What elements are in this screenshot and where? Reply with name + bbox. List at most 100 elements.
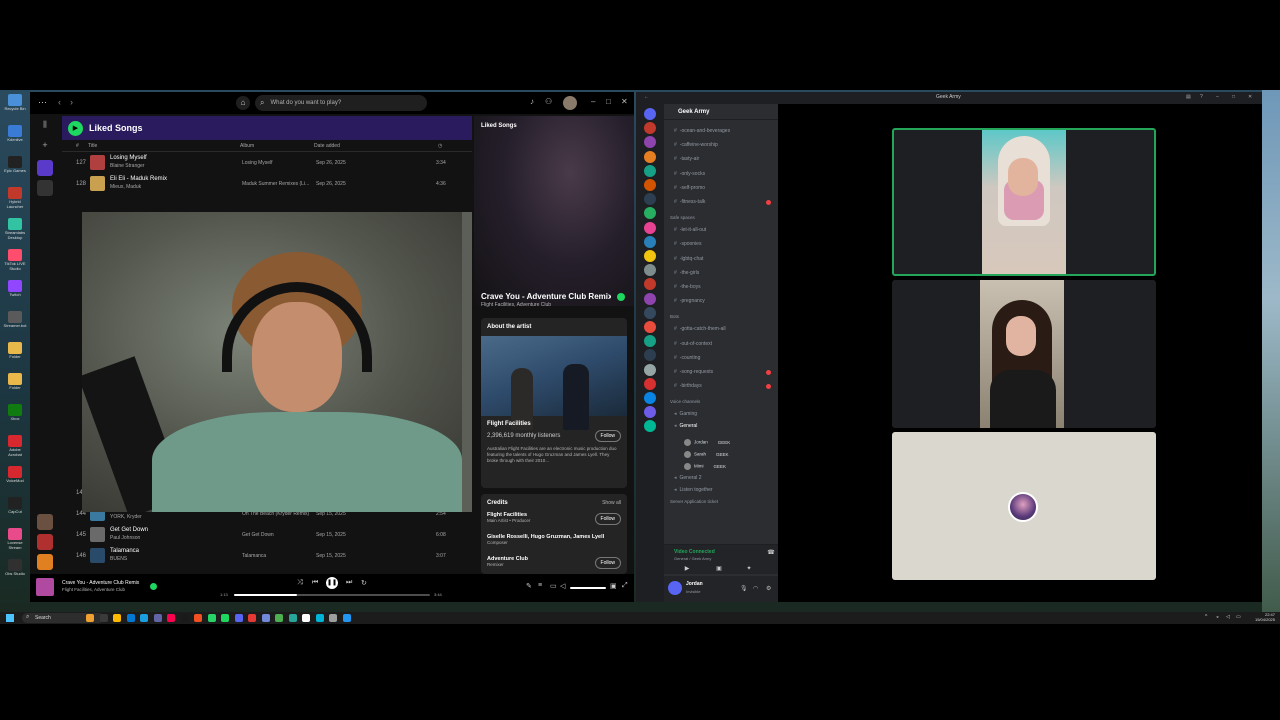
track-row[interactable]: 145 Get Get Down Paul Johnson Get Get Down S… bbox=[62, 525, 472, 546]
server-icon[interactable] bbox=[644, 264, 656, 277]
server-icon[interactable] bbox=[644, 292, 656, 305]
maximize-icon[interactable]: □ bbox=[1232, 94, 1235, 100]
desktop-shortcut[interactable]: Xbox bbox=[3, 404, 27, 434]
notification-icon[interactable]: ♪ bbox=[530, 97, 534, 106]
back-icon[interactable]: ‹ bbox=[58, 97, 61, 107]
about-artist-card[interactable]: About the artist Flight Facilities 2,396… bbox=[481, 318, 627, 488]
play-button[interactable]: ▶ bbox=[68, 120, 83, 136]
track-album[interactable]: Get Get Down bbox=[242, 532, 274, 538]
text-channel[interactable]: # -out-of-context bbox=[674, 341, 712, 347]
saved-check-icon[interactable] bbox=[617, 293, 625, 301]
voice-location[interactable]: General / Geek Army bbox=[674, 556, 711, 561]
gear-icon[interactable]: ⚙ bbox=[766, 585, 771, 592]
help-icon[interactable]: ? bbox=[1200, 94, 1203, 100]
taskbar-app-icon[interactable] bbox=[113, 614, 121, 622]
server-icon[interactable] bbox=[644, 321, 656, 333]
track-album[interactable]: Losing Myself bbox=[242, 160, 273, 166]
desktop-shortcut[interactable]: Obs Studio bbox=[3, 559, 27, 589]
track-title[interactable]: Get Get Down bbox=[110, 527, 148, 533]
video-tile[interactable] bbox=[892, 280, 1156, 428]
voice-user[interactable]: Mimi GEEK bbox=[684, 463, 726, 471]
channel-category[interactable]: Voice channels bbox=[670, 399, 700, 404]
taskbar-app-icon[interactable] bbox=[86, 614, 94, 622]
server-icon[interactable] bbox=[644, 150, 656, 163]
close-icon[interactable]: ✕ bbox=[621, 97, 628, 106]
server-icon[interactable] bbox=[644, 349, 656, 362]
track-title[interactable]: Eli Eli - Maduk Remix bbox=[110, 176, 167, 182]
search-input[interactable]: ⌕ What do you want to play? bbox=[255, 95, 427, 111]
follow-button[interactable]: Follow bbox=[594, 513, 621, 525]
desktop-shortcut[interactable]: Adobe Acrobat bbox=[3, 435, 27, 465]
col-album[interactable]: Album bbox=[240, 143, 254, 149]
volume-icon[interactable]: ◁ bbox=[560, 582, 565, 590]
col-date[interactable]: Date added bbox=[314, 143, 340, 149]
text-channel[interactable]: # -ocean-and-beverages bbox=[674, 128, 730, 134]
now-playing-cover[interactable] bbox=[36, 578, 54, 596]
text-channel[interactable]: # -birthdays bbox=[674, 383, 702, 389]
taskbar-app-icon[interactable] bbox=[207, 614, 216, 622]
server-icon[interactable] bbox=[644, 278, 656, 291]
text-channel[interactable]: # -tasty-air bbox=[674, 156, 699, 162]
add-icon[interactable]: + bbox=[37, 140, 53, 156]
channel-category[interactable]: Server Application ticket bbox=[670, 499, 718, 504]
windows-start-icon[interactable] bbox=[6, 614, 14, 622]
server-header[interactable]: Geek Army bbox=[664, 104, 778, 120]
track-row[interactable]: 127 Losing Myself Blaine Stranger Losing My… bbox=[62, 153, 472, 174]
network-icon[interactable]: ◒ bbox=[1216, 614, 1219, 620]
track-album[interactable]: Maduk Summer Remixes (Li... bbox=[242, 181, 309, 187]
channel-category[interactable]: Safe spaces bbox=[670, 215, 695, 220]
credit-entry[interactable]: Flight Facilities Main Artist • Producer bbox=[487, 512, 530, 523]
desktop-shortcut[interactable]: Folder bbox=[3, 373, 27, 403]
headset-icon[interactable]: ◠ bbox=[753, 585, 758, 592]
activities-icon[interactable]: ✦ bbox=[744, 565, 754, 573]
text-channel[interactable]: # -lgbtq-chat bbox=[674, 256, 703, 262]
voice-user[interactable]: Jordan GEEK bbox=[684, 439, 730, 447]
desktop-shortcut[interactable]: CapCut bbox=[3, 497, 27, 527]
minimize-icon[interactable]: – bbox=[591, 97, 595, 106]
text-channel[interactable]: # -gotta-catch-them-all bbox=[674, 326, 726, 332]
desktop-shortcut[interactable]: Recycle Bin bbox=[3, 94, 27, 124]
track-artist[interactable]: BUENS bbox=[110, 556, 127, 562]
previous-icon[interactable]: ⏮ bbox=[312, 579, 318, 587]
clock[interactable]: 22:47 15/04/2025 bbox=[1249, 612, 1275, 622]
desktop-shortcut[interactable]: Streamlabs Desktop bbox=[3, 218, 27, 248]
friends-icon[interactable]: ⚇ bbox=[545, 97, 552, 106]
voice-user[interactable]: Sarah GEEK bbox=[684, 451, 729, 459]
track-title[interactable]: Talamanca bbox=[110, 548, 139, 554]
taskbar-app-icon[interactable] bbox=[342, 614, 351, 622]
playlist-icon[interactable] bbox=[37, 514, 53, 530]
taskbar-app-icon[interactable] bbox=[261, 614, 270, 622]
player-artists[interactable]: Flight Facilities, Adventure Club bbox=[62, 587, 125, 592]
channel-category[interactable]: Bots bbox=[670, 314, 679, 319]
voice-channel[interactable]: ◂ General 2 bbox=[674, 475, 701, 481]
volume-slider[interactable] bbox=[570, 587, 606, 589]
desktop-shortcut[interactable]: TikTok LIVE Studio bbox=[3, 249, 27, 279]
shuffle-icon[interactable]: ⤨ bbox=[297, 579, 303, 587]
text-channel[interactable]: # -only-socks bbox=[674, 171, 705, 177]
taskbar-app-icon[interactable] bbox=[221, 614, 229, 622]
taskbar-app-icon[interactable] bbox=[288, 614, 297, 622]
minimize-icon[interactable]: – bbox=[1216, 94, 1219, 100]
screen-share-icon[interactable]: ▣ bbox=[714, 565, 724, 573]
pause-button[interactable]: ❚❚ bbox=[326, 577, 338, 589]
taskbar-app-icon[interactable] bbox=[126, 614, 135, 622]
server-icon[interactable] bbox=[644, 420, 656, 433]
track-album[interactable]: Talamanca bbox=[242, 553, 266, 559]
server-icon[interactable] bbox=[644, 335, 656, 348]
server-icon[interactable] bbox=[644, 164, 656, 177]
taskbar-app-icon[interactable] bbox=[140, 614, 148, 622]
taskbar-app-icon[interactable] bbox=[329, 614, 337, 622]
server-icon[interactable] bbox=[644, 221, 656, 234]
server-icon[interactable] bbox=[644, 306, 656, 319]
server-icon[interactable] bbox=[644, 377, 656, 390]
text-channel[interactable]: # -pregnancy bbox=[674, 298, 705, 304]
playlist-icon[interactable] bbox=[37, 554, 53, 570]
avatar[interactable] bbox=[668, 581, 682, 595]
library-icon[interactable]: ⫼ bbox=[37, 120, 53, 136]
taskbar-app-icon[interactable] bbox=[153, 614, 162, 622]
desktop-shortcut[interactable]: Hybrid Launcher bbox=[3, 187, 27, 217]
server-icon[interactable] bbox=[644, 122, 656, 135]
desktop-shortcut[interactable]: Lovense Stream bbox=[3, 528, 27, 558]
track-row[interactable]: 146 Talamanca BUENS Talamanca Sep 15, 2025 3:… bbox=[62, 546, 472, 567]
forward-icon[interactable]: › bbox=[70, 97, 73, 107]
